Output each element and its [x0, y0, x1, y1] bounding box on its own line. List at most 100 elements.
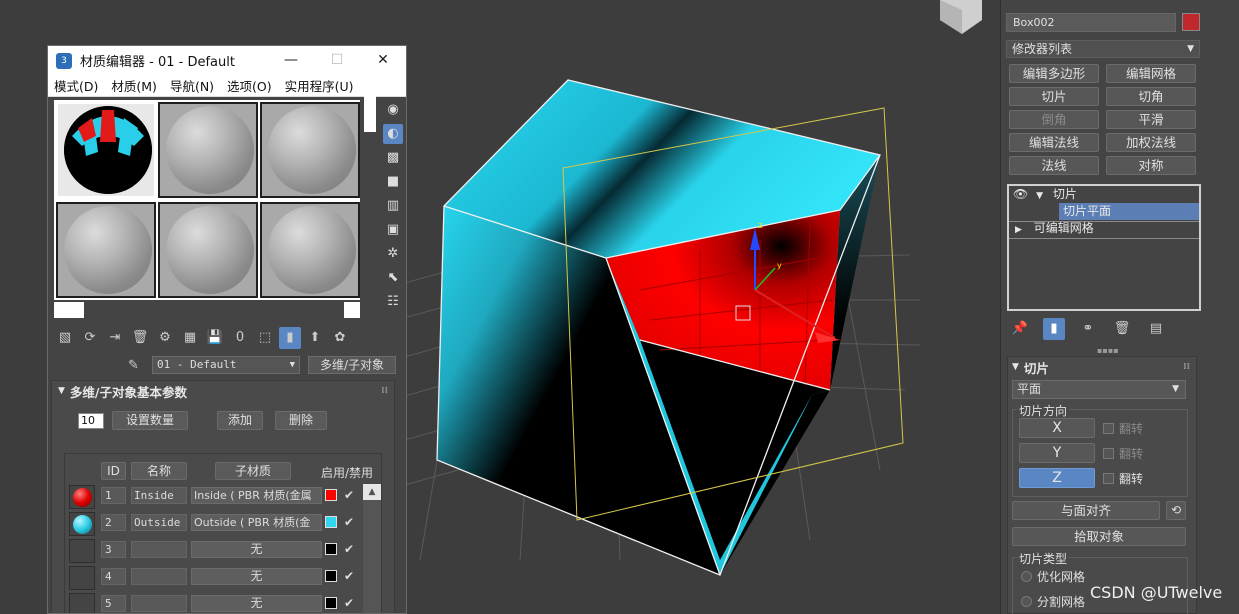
id-cell[interactable]: 5 — [101, 595, 126, 612]
show-shaded-icon[interactable]: ⬚ — [254, 327, 276, 349]
material-map-navigator-icon[interactable]: ☷ — [383, 292, 403, 312]
name-cell[interactable] — [131, 541, 187, 558]
name-cell[interactable]: Outside — [131, 514, 187, 531]
flip-y-checkbox[interactable]: 翻转 — [1103, 445, 1143, 462]
name-cell[interactable]: Inside — [131, 487, 187, 504]
sub-material-swatch[interactable] — [69, 566, 95, 590]
menu-material[interactable]: 材质(M) — [111, 76, 157, 95]
bevel-button[interactable]: 倒角 — [1009, 110, 1099, 129]
flip-x-checkbox[interactable]: 翻转 — [1103, 420, 1143, 437]
material-type-button[interactable]: 多维/子对象 — [308, 356, 396, 374]
sub-material-button[interactable]: 无 — [191, 541, 322, 558]
viewcube[interactable] — [940, 0, 982, 34]
menu-utilities[interactable]: 实用程序(U) — [285, 76, 354, 95]
sample-slot-4[interactable] — [56, 202, 156, 298]
sub-material-swatch[interactable] — [69, 512, 95, 536]
object-name-field[interactable]: Box002 — [1006, 13, 1176, 32]
table-scrollbar[interactable]: ▲ — [363, 484, 381, 613]
object-color-swatch[interactable] — [1182, 13, 1200, 31]
sub-material-button[interactable]: 无 — [191, 568, 322, 585]
expand-triangle-icon[interactable]: ▼ — [1036, 191, 1043, 201]
edit-mesh-button[interactable]: 编辑网格 — [1106, 64, 1196, 83]
sub-material-swatch[interactable] — [69, 539, 95, 563]
uv-tiling-icon[interactable]: ■ — [383, 172, 403, 192]
sample-type-icon[interactable]: ◉ — [383, 100, 403, 120]
rollout-header[interactable]: ▼ 切片 ⁞⁞ — [1008, 357, 1196, 377]
get-material-icon[interactable]: ▧ — [54, 327, 76, 349]
sub-material-swatch[interactable] — [69, 485, 95, 509]
sub-material-button[interactable]: Inside ( PBR 材质(金属 — [191, 487, 322, 504]
enable-checkbox[interactable]: ✔ — [344, 542, 354, 556]
normal-button[interactable]: 法线 — [1009, 156, 1099, 175]
sample-slot-1[interactable] — [56, 102, 156, 198]
enable-checkbox[interactable]: ✔ — [344, 569, 354, 583]
select-by-material-icon[interactable]: ⬉ — [383, 268, 403, 288]
axis-z-button[interactable]: Z — [1019, 468, 1095, 488]
scroll-up-icon[interactable]: ▲ — [363, 484, 381, 500]
diffuse-color-chip[interactable] — [325, 570, 337, 582]
material-editor-titlebar[interactable]: 3 材质编辑器 - 01 - Default — ☐ ✕ — [48, 46, 406, 75]
minimize-button[interactable]: — — [268, 46, 314, 75]
video-color-check-icon[interactable]: ▥ — [383, 196, 403, 216]
refine-mesh-radio[interactable]: 优化网格 — [1021, 568, 1085, 585]
make-preview-icon[interactable]: ▣ — [383, 220, 403, 240]
axis-x-button[interactable]: X — [1019, 418, 1095, 438]
menu-navigation[interactable]: 导航(N) — [170, 76, 214, 95]
symmetry-button[interactable]: 对称 — [1106, 156, 1196, 175]
panel-divider-grip[interactable]: ▪▪▪▪ — [1097, 346, 1119, 355]
configure-modifier-sets-icon[interactable]: ▤ — [1145, 318, 1167, 340]
align-to-face-button[interactable]: 与面对齐 — [1012, 501, 1160, 520]
sort-by-name-button[interactable]: 名称 — [131, 462, 187, 480]
go-to-parent-icon[interactable]: ⬆ — [304, 327, 326, 349]
delete-button[interactable]: 删除 — [275, 411, 327, 430]
make-unique-icon[interactable]: ⚭ — [1077, 318, 1099, 340]
sample-vertical-scrollbar[interactable] — [364, 96, 376, 132]
diffuse-color-chip[interactable] — [325, 543, 337, 555]
slice-plane-dropdown[interactable]: 平面 ▼ — [1012, 380, 1186, 399]
show-end-result-icon[interactable]: ▮ — [1043, 318, 1065, 340]
name-cell[interactable] — [131, 568, 187, 585]
material-name-select[interactable]: 01 - Default ▼ — [152, 356, 300, 374]
eye-icon[interactable]: 👁 — [1013, 187, 1028, 201]
name-cell[interactable] — [131, 595, 187, 612]
diffuse-color-chip[interactable] — [325, 489, 337, 501]
stack-item-slice-plane[interactable]: 切片平面 — [1059, 203, 1199, 220]
enable-checkbox[interactable]: ✔ — [344, 515, 354, 529]
diffuse-color-chip[interactable] — [325, 516, 337, 528]
id-cell[interactable]: 4 — [101, 568, 126, 585]
reset-map-icon[interactable]: 🗑 — [129, 327, 151, 349]
sample-slot-5[interactable] — [158, 202, 258, 298]
edit-normals-button[interactable]: 编辑法线 — [1009, 133, 1099, 152]
eyedropper-icon[interactable]: ✎ — [128, 358, 146, 373]
menu-mode[interactable]: 模式(D) — [54, 76, 98, 95]
sample-slot-3[interactable] — [260, 102, 360, 198]
go-forward-sibling-icon[interactable]: ✿ — [329, 327, 351, 349]
sample-horizontal-scrollbar[interactable] — [54, 302, 84, 318]
sub-material-button[interactable]: Outside ( PBR 材质(金 — [191, 514, 322, 531]
material-options-icon[interactable]: ✲ — [383, 244, 403, 264]
show-end-result-icon[interactable]: ▮ — [279, 327, 301, 349]
id-cell[interactable]: 2 — [101, 514, 126, 531]
sample-slot-2[interactable] — [158, 102, 258, 198]
maximize-button[interactable]: ☐ — [314, 46, 360, 75]
close-button[interactable]: ✕ — [360, 46, 406, 75]
id-cell[interactable]: 3 — [101, 541, 126, 558]
put-to-library-icon[interactable]: ▦ — [179, 327, 201, 349]
sub-material-button[interactable]: 无 — [191, 595, 322, 612]
smooth-button[interactable]: 平滑 — [1106, 110, 1196, 129]
make-unique-icon[interactable]: ⚙ — [154, 327, 176, 349]
menu-options[interactable]: 选项(O) — [227, 76, 272, 95]
refresh-icon[interactable]: ⟲ — [1166, 501, 1186, 520]
stack-item-slice[interactable]: 👁 ▼ 切片 — [1009, 186, 1199, 203]
add-button[interactable]: 添加 — [217, 411, 263, 430]
flip-z-checkbox[interactable]: 翻转 — [1103, 470, 1143, 487]
axis-y-button[interactable]: Y — [1019, 443, 1095, 463]
sample-slot-6[interactable] — [260, 202, 360, 298]
pin-stack-icon[interactable]: 📌 — [1009, 318, 1031, 340]
expand-triangle-icon[interactable]: ▶ — [1015, 225, 1022, 235]
rollout-header[interactable]: ▼ 多维/子对象基本参数 ⁞⁞ — [52, 381, 394, 401]
sub-material-swatch[interactable] — [69, 593, 95, 613]
background-icon[interactable]: ▩ — [383, 148, 403, 168]
chamfer-button[interactable]: 切角 — [1106, 87, 1196, 106]
slice-button[interactable]: 切片 — [1009, 87, 1099, 106]
